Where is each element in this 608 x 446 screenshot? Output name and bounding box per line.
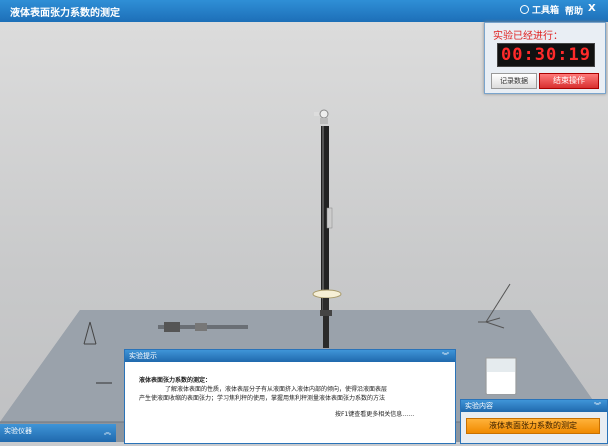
timer-display: 00:30:19 bbox=[497, 43, 595, 67]
instruments-panel[interactable]: 实验仪器 ︽ bbox=[0, 424, 116, 442]
experiment-timer: 实验已经进行： 00:30:19 记录数据 结束操作 bbox=[484, 22, 606, 94]
hint-more-info: 按F1键查看更多相关信息…… bbox=[335, 411, 415, 418]
content-panel-header[interactable]: 实验内容 ︾ bbox=[461, 400, 607, 412]
instruments-panel-title: 实验仪器 bbox=[4, 427, 32, 435]
hint-line-2: 产生使液面收缩的表面张力；学习焦利秤的使用，掌握用焦利秤测量液体表面张力系数的方… bbox=[139, 395, 386, 402]
hint-line-1: 了解液体表面的性质，液体表层分子有从液面挤入液体内部的倾向，使得沿液面表层 bbox=[165, 386, 388, 393]
help-button[interactable]: 帮助 bbox=[565, 4, 583, 17]
chevron-double-down-icon[interactable]: ︾ bbox=[442, 350, 449, 362]
hint-panel-title: 实验提示 bbox=[129, 352, 157, 360]
hint-panel-header[interactable]: 实验提示 ︾ bbox=[125, 350, 455, 362]
title-bar: 液体表面张力系数的测定 工具箱 帮助 X bbox=[0, 0, 608, 22]
hint-panel: 实验提示 ︾ 液体表面张力系数的测定： 了解液体表面的性质，液体表层分子有从液面… bbox=[124, 349, 456, 444]
window-title: 液体表面张力系数的测定 bbox=[10, 8, 120, 19]
beaker[interactable] bbox=[485, 357, 517, 395]
hint-heading: 液体表面张力系数的测定： bbox=[139, 377, 212, 384]
toolbox-button[interactable]: 工具箱 bbox=[520, 3, 559, 16]
timer-label: 实验已经进行： bbox=[493, 31, 563, 42]
chevron-double-up-icon[interactable]: ︽ bbox=[104, 425, 111, 439]
close-button[interactable]: X bbox=[588, 3, 596, 14]
chevron-double-down-icon[interactable]: ︾ bbox=[594, 400, 601, 412]
content-panel-title: 实验内容 bbox=[465, 402, 493, 410]
record-data-button[interactable]: 记录数据 bbox=[491, 73, 537, 89]
toolbox-label: 工具箱 bbox=[532, 6, 560, 16]
hint-panel-body: 液体表面张力系数的测定： 了解液体表面的性质，液体表层分子有从液面挤入液体内部的… bbox=[125, 362, 455, 418]
end-operation-button[interactable]: 结束操作 bbox=[539, 73, 599, 89]
toolbox-icon bbox=[520, 5, 529, 14]
content-item-surface-tension[interactable]: 液体表面张力系数的测定 bbox=[466, 418, 600, 434]
content-panel: 实验内容 ︾ 液体表面张力系数的测定 bbox=[460, 399, 608, 444]
